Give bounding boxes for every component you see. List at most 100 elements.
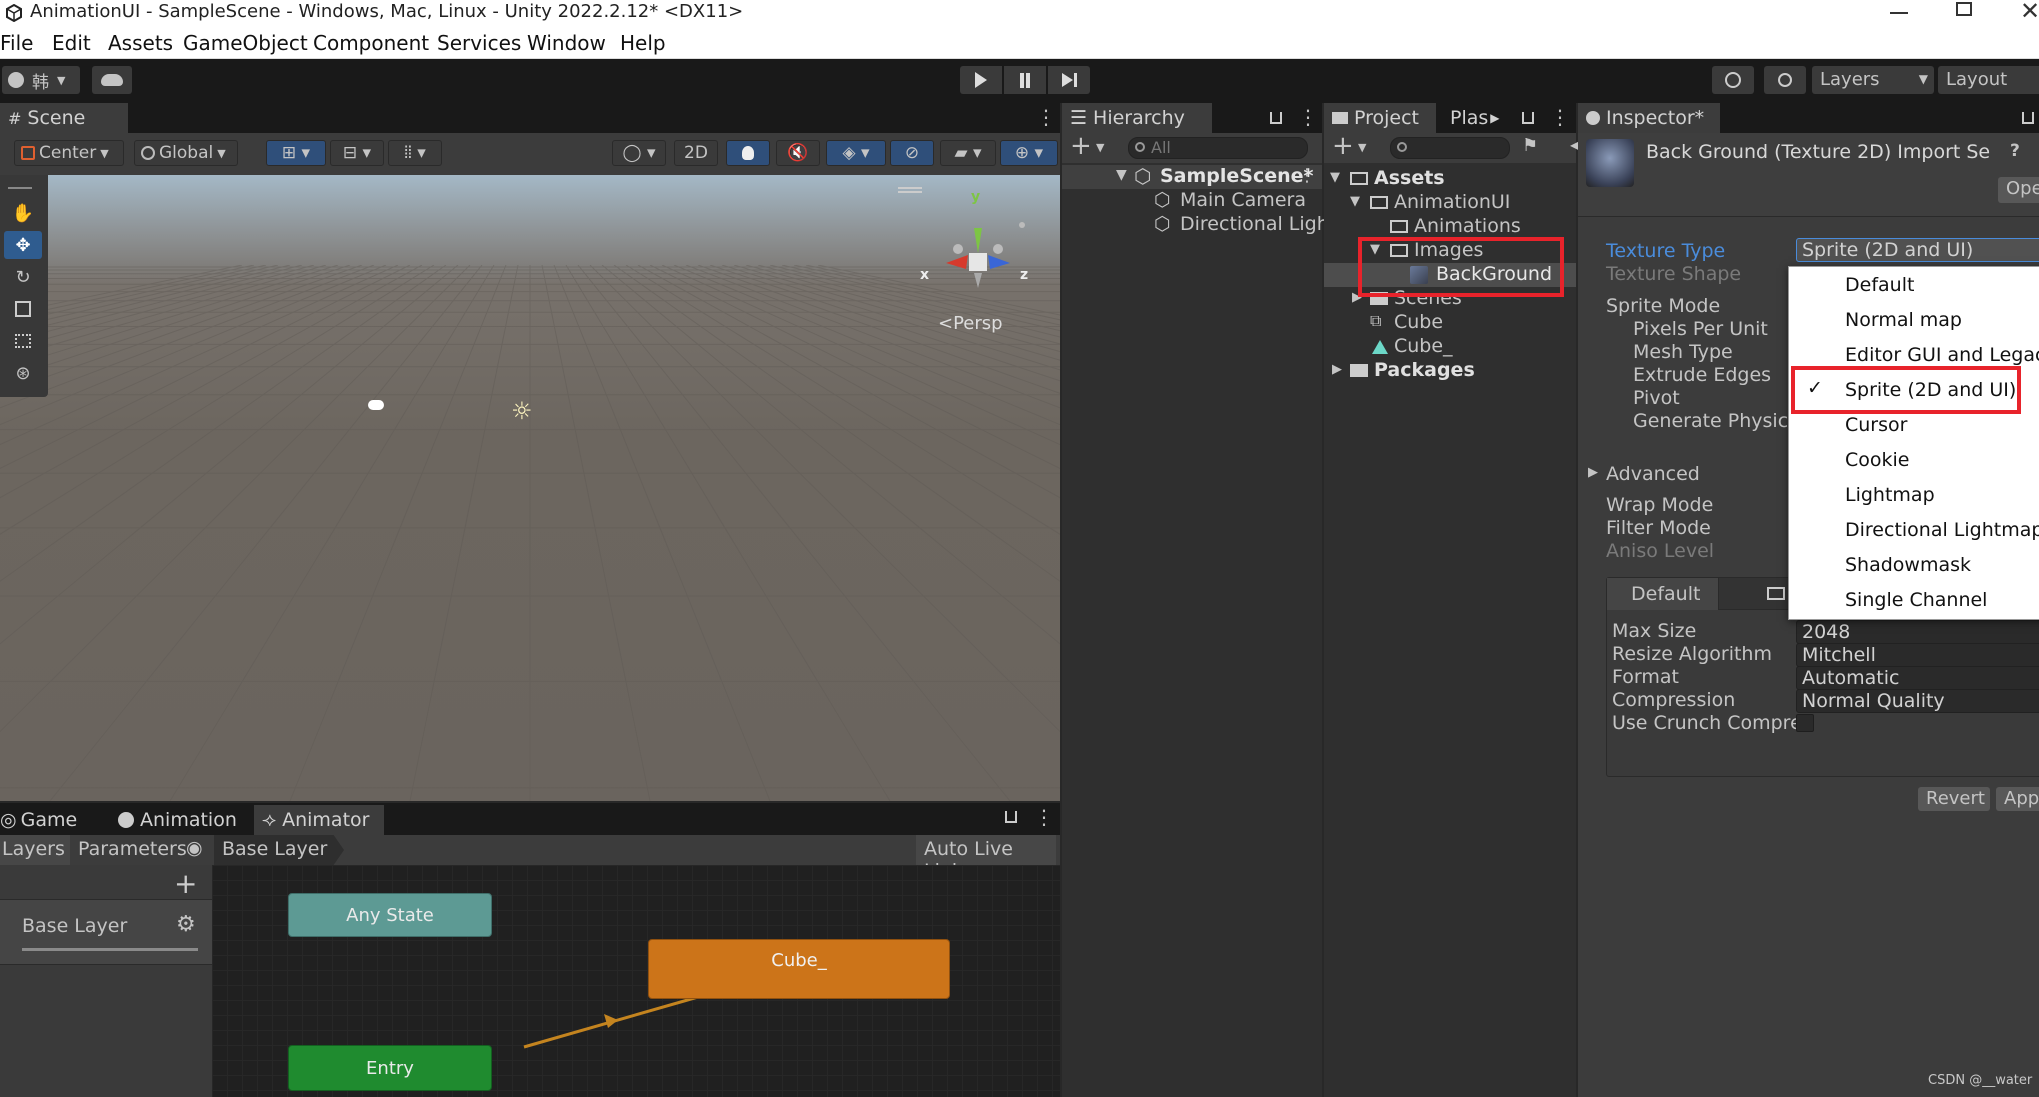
gear-icon[interactable]: ⚙ (176, 912, 196, 937)
compression-dropdown[interactable]: Normal Quality (1796, 689, 2039, 713)
expand-arrow-icon[interactable]: ▼ (1330, 170, 1340, 185)
more-icon[interactable]: ⋮ (1298, 105, 1318, 129)
tab-hierarchy[interactable]: ☰ Hierarchy (1062, 103, 1212, 133)
menu-window[interactable]: Window (527, 31, 606, 55)
add-layer-icon[interactable]: + (174, 867, 197, 900)
apply-button[interactable]: App (1996, 787, 2039, 811)
resize-algorithm-dropdown[interactable]: Mitchell (1796, 643, 2039, 667)
effects-button[interactable]: ◈ ▾ (826, 140, 886, 166)
tab-package[interactable]: Plas ▶ (1442, 103, 1502, 133)
dropdown-option[interactable]: Cookie (1845, 449, 1910, 471)
state-graph[interactable]: Any State Cube_ Entry (212, 865, 1060, 1097)
help-icon[interactable]: ? (2010, 141, 2020, 161)
chevron-down-icon[interactable]: ▼ (1358, 141, 1366, 154)
lock-icon[interactable] (1270, 112, 1282, 124)
dropdown-option[interactable]: Default (1845, 274, 1914, 296)
tab-scene[interactable]: # Scene (0, 103, 128, 133)
revert-button[interactable]: Revert (1918, 787, 1990, 811)
dropdown-option[interactable]: Cursor (1845, 414, 1907, 436)
maximize-icon[interactable] (1956, 2, 1972, 16)
tree-item-animationui[interactable]: ▼ AnimationUI (1324, 191, 1576, 215)
camera-gizmo-icon[interactable] (368, 400, 384, 410)
crunch-checkbox[interactable] (1796, 714, 1814, 732)
dropdown-option[interactable]: Directional Lightmap (1845, 519, 2039, 541)
cube-state-node[interactable]: Cube_ (648, 939, 950, 999)
dropdown-option[interactable]: Single Channel (1845, 589, 1987, 611)
layout-dropdown[interactable]: Layout (1938, 66, 2039, 94)
visibility-button[interactable]: ⊘ (890, 140, 934, 166)
menu-component[interactable]: Component (313, 31, 429, 55)
filter-type-icon[interactable]: ⚑ (1522, 135, 1538, 156)
grid-toggle-button[interactable]: ⊟ ▾ (330, 140, 384, 166)
scale-tool-button[interactable] (4, 295, 42, 323)
hierarchy-item[interactable]: ⬡ Main Camera (1062, 189, 1322, 213)
menu-help[interactable]: Help (620, 31, 666, 55)
toggle-2d-button[interactable]: 2D (674, 140, 718, 166)
history-button[interactable] (1712, 66, 1754, 94)
transform-tool-button[interactable]: ⊛ (4, 359, 42, 387)
any-state-node[interactable]: Any State (288, 893, 492, 937)
entry-node[interactable]: Entry (288, 1045, 492, 1091)
menu-assets[interactable]: Assets (108, 31, 173, 55)
menu-file[interactable]: File (0, 31, 33, 55)
expand-arrow-icon[interactable]: ▶ (1332, 362, 1342, 377)
play-button[interactable] (960, 66, 1002, 94)
expand-arrow-icon[interactable]: ▼ (1350, 194, 1360, 209)
hierarchy-item[interactable]: ⬡ Directional Ligh (1062, 213, 1329, 237)
rotate-tool-button[interactable]: ↻ (4, 263, 42, 291)
tab-inspector[interactable]: Inspector* (1578, 103, 1720, 133)
space-dropdown[interactable]: Global ▼ (134, 140, 238, 166)
move-tool-button[interactable]: ✥ (4, 231, 42, 259)
cloud-button[interactable] (92, 66, 132, 94)
breadcrumb[interactable]: Base Layer (214, 835, 344, 865)
pivot-dropdown[interactable]: Center ▼ (14, 140, 124, 166)
hand-tool-button[interactable]: ✋ (4, 199, 42, 227)
add-object-icon[interactable]: + (1070, 131, 1092, 161)
layer-row[interactable]: Base Layer ⚙ (0, 899, 212, 965)
lock-icon[interactable] (1005, 811, 1017, 823)
tab-project[interactable]: Project (1324, 103, 1436, 133)
menu-gameobject[interactable]: GameObject (183, 31, 308, 55)
texture-type-dropdown[interactable]: Sprite (2D and UI) (1796, 238, 2039, 262)
more-icon[interactable]: ⋮ (1036, 105, 1056, 129)
grid-snap-button[interactable]: ⊞ ▾ (266, 140, 326, 166)
menu-services[interactable]: Services (437, 31, 521, 55)
audio-button[interactable]: 🔇 (776, 140, 820, 166)
more-icon[interactable]: ⋮ (1550, 105, 1570, 129)
lighting-button[interactable] (726, 140, 770, 166)
eye-icon[interactable]: ◉ (186, 837, 203, 859)
auto-live-link-button[interactable]: Auto Live Link (916, 835, 1056, 882)
expand-arrow-icon[interactable]: ▼ (1116, 167, 1127, 183)
step-button[interactable] (1048, 66, 1090, 94)
tree-item-cube[interactable]: ⧉ Cube (1324, 311, 1576, 335)
lock-icon[interactable] (1522, 112, 1534, 124)
tree-item-cube-clip[interactable]: Cube_ (1324, 335, 1576, 359)
hierarchy-scene-row[interactable]: ▼ ⬡ SampleScene* ⋮ (1062, 164, 1322, 189)
pause-button[interactable] (1004, 66, 1046, 94)
tab-parameters[interactable]: Parameters (72, 835, 187, 865)
dropdown-option[interactable]: Shadowmask (1845, 554, 1971, 576)
tree-item-animations[interactable]: Animations (1324, 215, 1576, 239)
project-search-input[interactable] (1390, 137, 1510, 159)
light-gizmo-icon[interactable]: ☼ (511, 397, 533, 425)
increment-snap-button[interactable]: ⦙⦙ ▾ (388, 140, 442, 166)
more-icon[interactable]: ⋮ (1034, 805, 1054, 829)
overlay-menu-icon[interactable] (898, 187, 922, 193)
more-icon[interactable]: ⋮ (1298, 165, 1316, 186)
orientation-gizmo[interactable] (918, 203, 1038, 313)
format-dropdown[interactable]: Automatic (1796, 666, 2039, 690)
tree-item-packages[interactable]: ▶ Packages (1324, 359, 1576, 383)
add-asset-icon[interactable]: + (1332, 131, 1354, 161)
open-button[interactable]: Ope (1998, 177, 2039, 203)
draw-mode-button[interactable]: ◯ ▾ (612, 140, 666, 166)
gizmos-button[interactable]: ⊕ ▾ (1000, 140, 1058, 166)
tree-item-assets[interactable]: ▼ Assets (1324, 167, 1576, 191)
search-button[interactable] (1764, 66, 1806, 94)
platform-tab-default[interactable]: Default (1607, 578, 1719, 610)
chevron-down-icon[interactable]: ▼ (1096, 141, 1104, 154)
max-size-dropdown[interactable]: 2048 (1796, 620, 2039, 644)
projection-toggle[interactable]: <Persp (938, 313, 1003, 334)
close-icon[interactable]: ✕ (2020, 0, 2039, 25)
account-button[interactable]: 韩 ▼ (2, 66, 80, 94)
layers-dropdown[interactable]: Layers ▼ (1812, 66, 1934, 94)
